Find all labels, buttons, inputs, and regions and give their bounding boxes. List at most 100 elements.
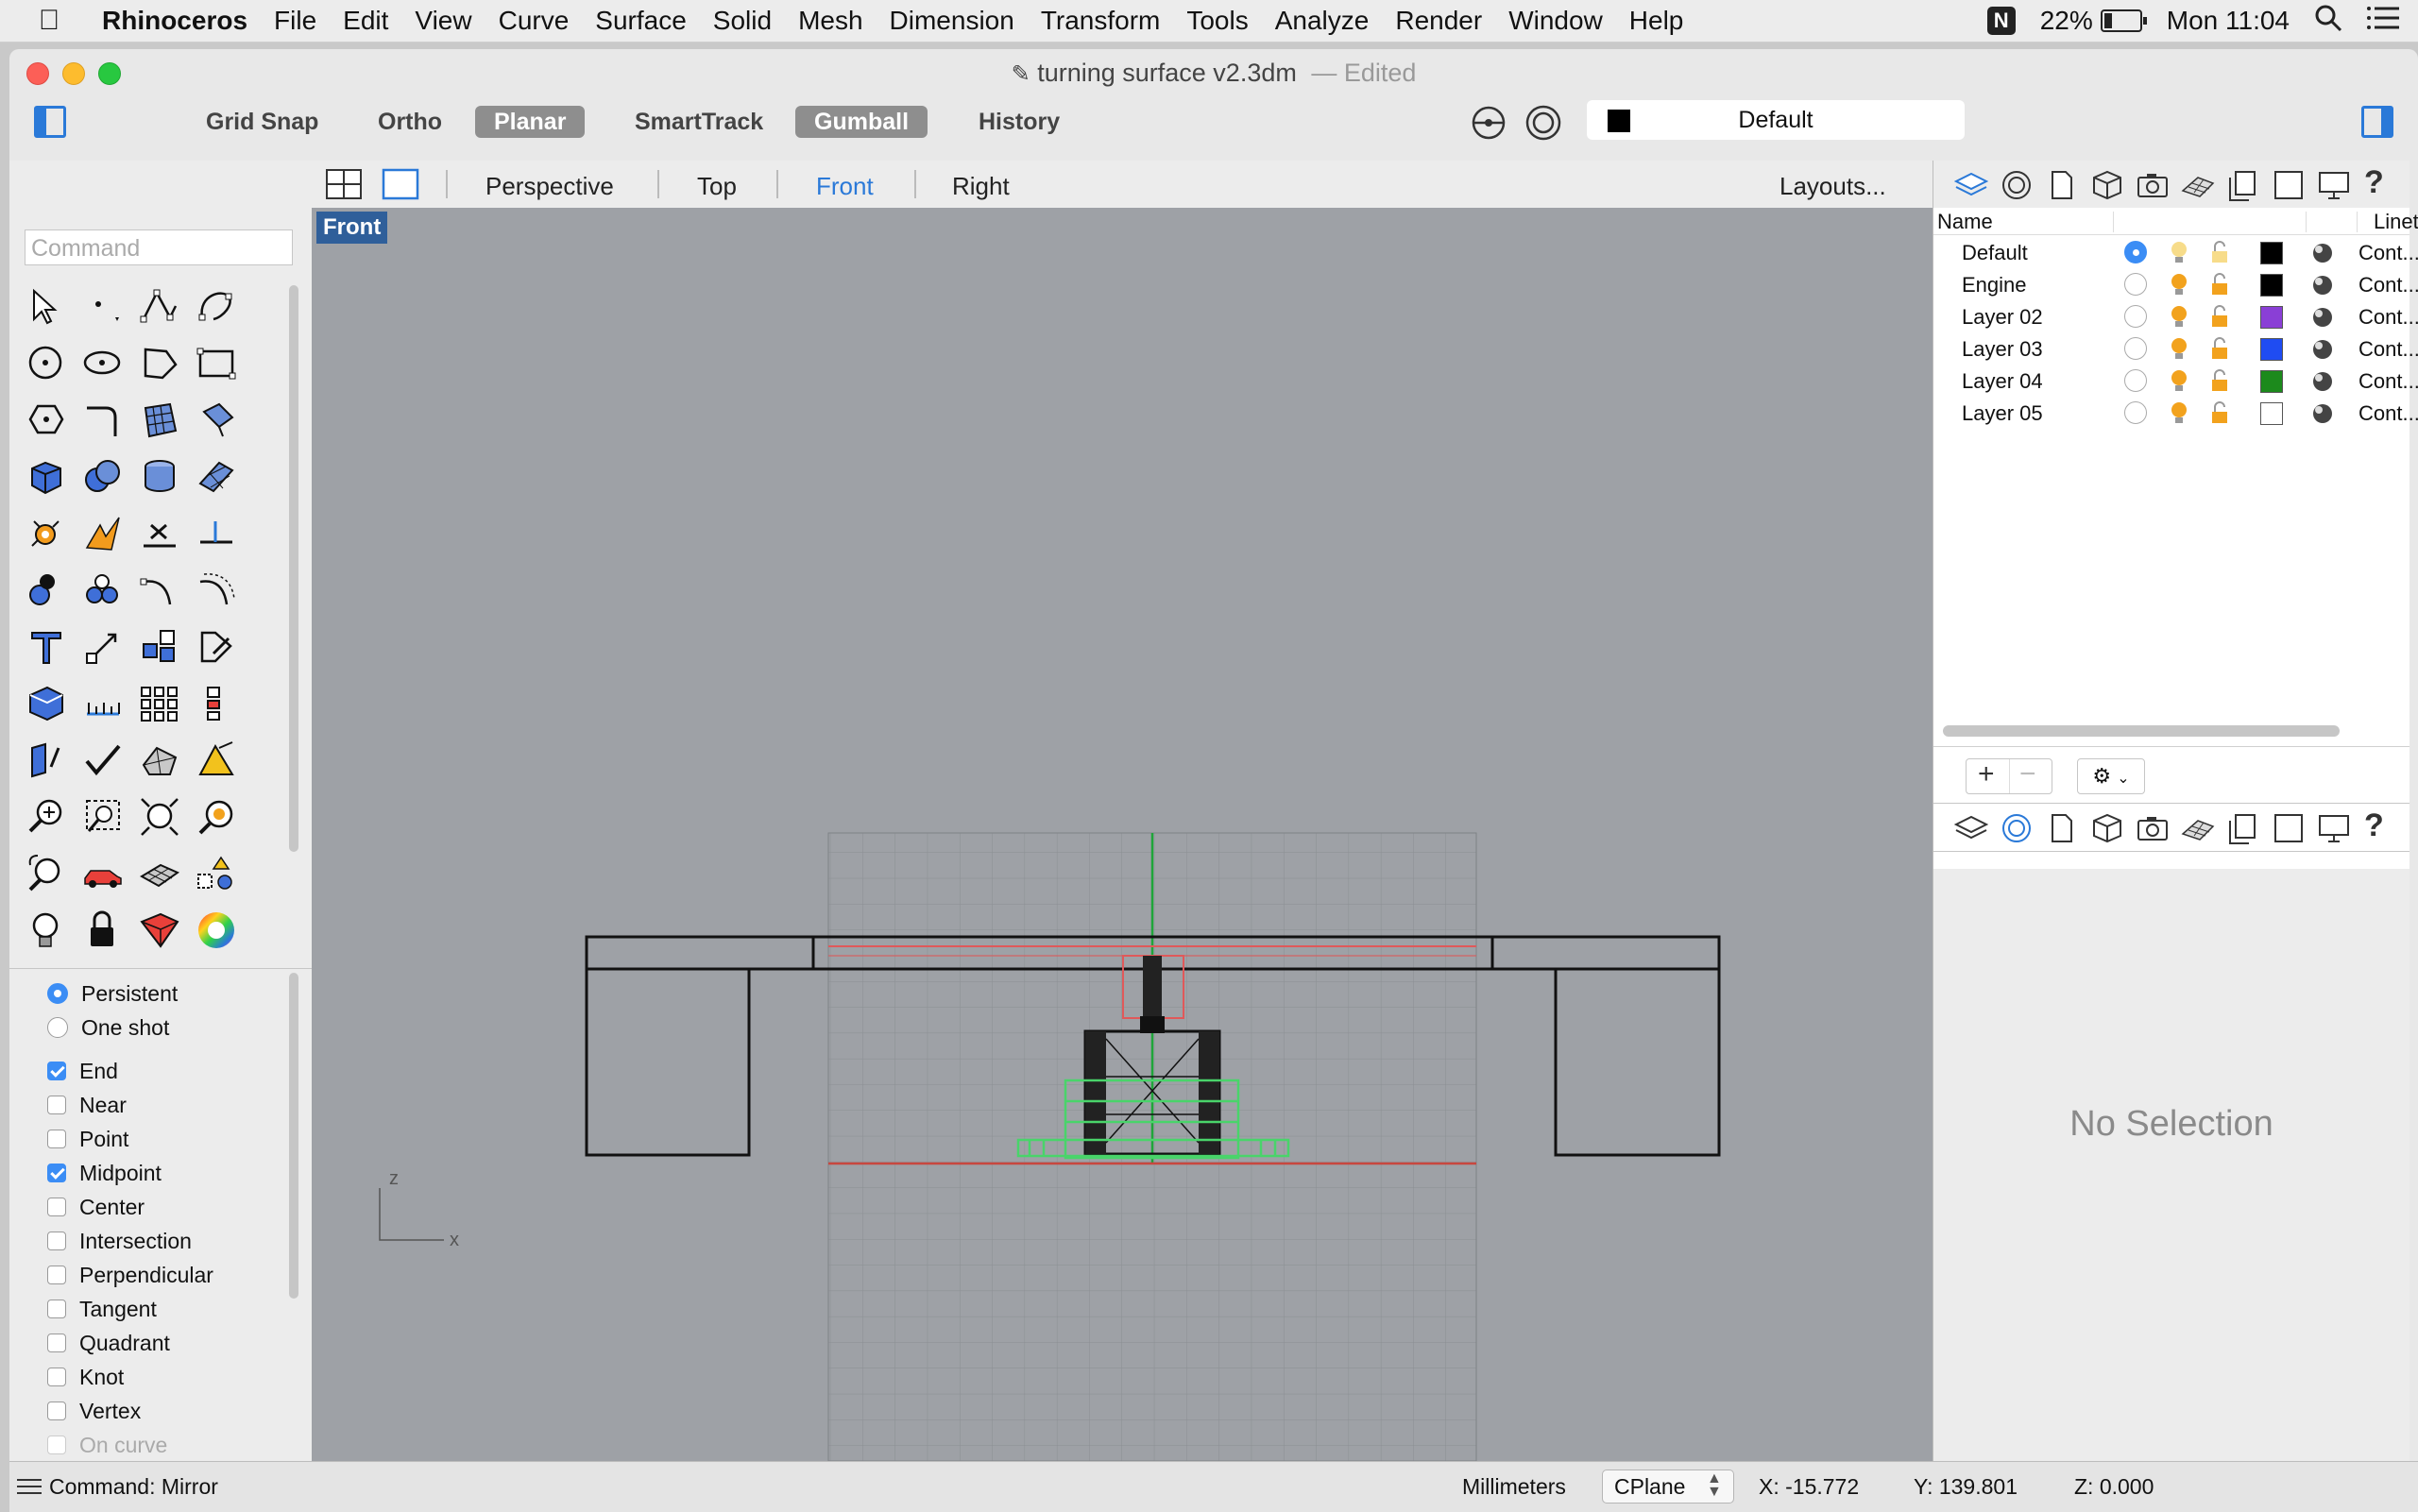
cylinder-solid-icon[interactable] [138,455,181,499]
menu-render[interactable]: Render [1395,6,1482,36]
current-layer-radio[interactable] [2124,401,2147,424]
polyline-tool-icon[interactable] [138,285,181,329]
layer-name[interactable]: Default [1962,241,2028,265]
layer-row[interactable]: Layer 04 Cont... [1933,365,2418,397]
apple-icon[interactable]:  [23,5,76,37]
edit-curve-icon[interactable] [195,625,238,669]
display-tab-icon[interactable] [2317,168,2351,202]
menu-curve[interactable]: Curve [499,6,570,36]
join-tool-icon[interactable] [25,569,68,612]
array-tool-icon[interactable] [138,682,181,725]
arc-tool-icon[interactable] [138,342,181,385]
zoom-tool-icon[interactable] [25,795,68,839]
history-button[interactable]: History [960,106,1079,138]
check-tool-icon[interactable] [81,739,125,782]
material-sphere-icon[interactable] [2311,306,2334,329]
light-bulb-icon[interactable] [2168,400,2190,427]
osnap-quadrant-checkbox[interactable]: Quadrant [47,1329,170,1357]
layer-linetype[interactable]: Cont... [2358,241,2418,265]
light-bulb-icon[interactable] [2168,368,2190,395]
polygon-tool-icon[interactable] [25,399,68,442]
osnap-near-checkbox[interactable]: Near [47,1091,127,1119]
point-tool-icon[interactable] [81,285,125,329]
mesh-plane-icon[interactable] [195,455,238,499]
surface-tool-icon[interactable] [138,399,181,442]
menu-window[interactable]: Window [1508,6,1603,36]
lock-icon[interactable] [2209,368,2230,393]
layout-tab-icon[interactable] [2226,168,2260,202]
rotate-view-icon[interactable] [25,852,68,895]
zoom-window-icon[interactable] [81,795,125,839]
menu-tools[interactable]: Tools [1186,6,1248,36]
command-history-icon[interactable] [17,1477,42,1496]
box-tab-icon[interactable] [2090,811,2124,845]
select-arrow-icon[interactable] [25,285,68,329]
osnap-on-curve-checkbox[interactable]: On curve [47,1431,167,1459]
trim-tool-icon[interactable] [138,512,181,555]
block-tool-icon[interactable] [138,625,181,669]
light-bulb-icon[interactable] [2168,272,2190,298]
display-tab-icon[interactable] [2317,811,2351,845]
render-tab-icon[interactable] [2181,168,2215,202]
lock-icon[interactable] [2209,336,2230,361]
toggle-left-sidebar-icon[interactable] [34,106,66,138]
osnap-center-checkbox[interactable]: Center [47,1193,145,1221]
material-sphere-icon[interactable] [2311,274,2334,297]
layer-color-swatch[interactable] [2260,306,2283,329]
material-tool-icon[interactable] [138,909,181,952]
layers-tab-icon[interactable] [1954,811,1988,845]
layer-linetype[interactable]: Cont... [2358,337,2418,362]
osnap-tangent-checkbox[interactable]: Tangent [47,1295,157,1323]
material-sphere-icon[interactable] [2311,370,2334,393]
offset-curve-icon[interactable] [195,569,238,612]
layer-linetype[interactable]: Cont... [2358,369,2418,394]
layer-row[interactable]: Engine Cont... [1933,268,2418,300]
lock-icon[interactable] [2209,240,2230,264]
menu-surface[interactable]: Surface [595,6,687,36]
column-name-header[interactable]: Name [1937,210,1993,234]
box-tab-icon[interactable] [2090,168,2124,202]
light-bulb-icon[interactable] [2168,336,2190,363]
menu-mesh[interactable]: Mesh [798,6,862,36]
layer-color-swatch[interactable] [2260,370,2283,393]
light-bulb-icon[interactable] [2168,304,2190,331]
group-tool-icon[interactable] [81,569,125,612]
layer-color-swatch[interactable] [2260,274,2283,297]
tab-perspective[interactable]: Perspective [485,172,614,201]
osnap-target-icon[interactable] [1524,104,1562,146]
spotlight-search-icon[interactable] [2314,4,2342,39]
gumball-button[interactable]: Gumball [795,106,928,138]
render-tab-icon[interactable] [2181,811,2215,845]
menu-analyze[interactable]: Analyze [1275,6,1370,36]
layer-linetype[interactable]: Cont... [2358,305,2418,330]
light-bulb-icon[interactable] [25,909,68,952]
smarttrack-button[interactable]: SmartTrack [616,106,782,138]
osnap-persistent-radio[interactable]: Persistent [47,979,178,1008]
single-viewport-icon[interactable] [382,168,419,200]
menu-transform[interactable]: Transform [1041,6,1161,36]
box-solid-icon[interactable] [25,455,68,499]
tab-top[interactable]: Top [697,172,737,201]
current-layer-radio[interactable] [2124,305,2147,328]
osnap-vertex-checkbox[interactable]: Vertex [47,1397,141,1425]
layout-tab-icon[interactable] [2226,811,2260,845]
help-tab-icon[interactable]: ? [2364,164,2384,201]
camera-tab-icon[interactable] [2136,811,2170,845]
layer-name[interactable]: Engine [1962,273,2027,297]
menu-file[interactable]: File [274,6,316,36]
current-layer-radio[interactable] [2124,273,2147,296]
layer-name[interactable]: Layer 04 [1962,369,2043,394]
select-objects-icon[interactable] [195,852,238,895]
layer-row[interactable]: Default Cont... [1933,236,2418,268]
render-mesh-icon[interactable] [138,739,181,782]
text-tool-icon[interactable] [25,625,68,669]
material-sphere-icon[interactable] [2311,242,2334,264]
osnap-knot-checkbox[interactable]: Knot [47,1363,124,1391]
boolean-union-icon[interactable] [81,455,125,499]
curve-tool-icon[interactable] [195,285,238,329]
scale-tool-icon[interactable] [81,625,125,669]
tab-front[interactable]: Front [816,172,874,201]
menu-edit[interactable]: Edit [343,6,388,36]
lock-icon[interactable] [81,909,125,952]
planar-button[interactable]: Planar [475,106,586,138]
